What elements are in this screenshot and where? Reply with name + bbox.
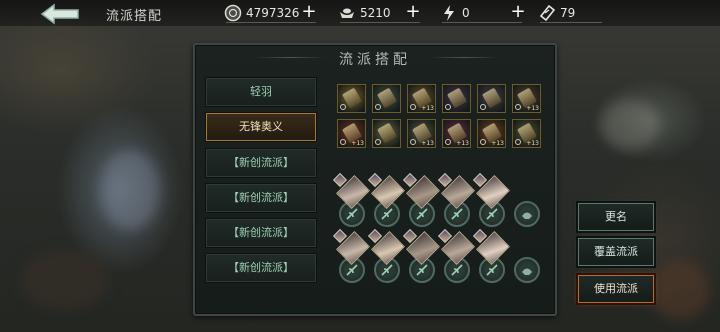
lightning-icon	[444, 5, 454, 21]
equipment-slot[interactable]	[372, 119, 401, 148]
skill-icon	[451, 264, 463, 276]
skill-icon	[486, 264, 498, 276]
gem-icon	[480, 104, 486, 110]
ingot-resource: 5210	[338, 4, 391, 22]
back-arrow-icon	[40, 3, 79, 25]
skill-icon	[416, 208, 428, 220]
equipment-slot[interactable]: +13	[512, 119, 541, 148]
ticket-resource: 79	[538, 4, 575, 22]
pet-icon	[522, 268, 532, 275]
skill-icon	[346, 208, 358, 220]
divider	[442, 22, 522, 23]
skill-icon	[346, 264, 358, 276]
silver-coin-icon	[224, 4, 242, 22]
divider	[226, 22, 316, 23]
silver-coin-resource: 4797326	[224, 4, 299, 22]
equipment-slot[interactable]: +13	[512, 84, 541, 113]
gem-icon	[340, 104, 346, 110]
page-title: 流派搭配	[106, 9, 163, 24]
silver-coin-value: 4797326	[246, 6, 300, 20]
gem-icon	[515, 139, 521, 145]
enhance-level-badge: +13	[421, 140, 434, 147]
equipment-slot[interactable]	[442, 84, 471, 113]
skill-icon	[486, 208, 498, 220]
enhance-level-badge: +13	[526, 105, 539, 112]
gem-icon	[410, 139, 416, 145]
equipment-slot[interactable]: +13	[407, 119, 436, 148]
gem-icon	[410, 104, 416, 110]
divider	[540, 22, 602, 23]
preset-item[interactable]: 轻羽	[205, 77, 317, 107]
preset-item[interactable]: 【新创流派】	[205, 183, 317, 213]
ticket-value: 79	[560, 6, 576, 20]
equipment-slot[interactable]: +13	[477, 119, 506, 148]
gem-icon	[340, 139, 346, 145]
pet-slot[interactable]	[514, 257, 540, 283]
back-button[interactable]	[38, 3, 84, 25]
enhance-level-badge: +13	[491, 140, 504, 147]
gem-icon	[445, 139, 451, 145]
pet-slot[interactable]	[514, 201, 540, 227]
ingot-value: 5210	[360, 6, 391, 20]
equipment-slot[interactable]: +13	[337, 119, 366, 148]
gem-icon	[375, 104, 381, 110]
gem-icon	[375, 139, 381, 145]
equipment-slot[interactable]	[337, 84, 366, 113]
equipment-slot[interactable]	[372, 84, 401, 113]
equipment-slot[interactable]: +13	[407, 84, 436, 113]
preset-item[interactable]: 【新创流派】	[205, 148, 317, 178]
pet-icon	[522, 212, 532, 219]
top-bar: 流派搭配 4797326 + 5210 + 0 + 79	[0, 0, 720, 26]
skill-icon	[451, 208, 463, 220]
overwrite-loadout-button[interactable]: 覆盖流派	[578, 238, 654, 266]
gem-icon	[515, 104, 521, 110]
equipment-slot[interactable]	[477, 84, 506, 113]
skill-icon	[416, 264, 428, 276]
panel-title: 流派搭配	[339, 52, 411, 68]
energy-value: 0	[462, 6, 470, 20]
enhance-level-badge: +13	[456, 140, 469, 147]
preset-item[interactable]: 无锋奥义	[205, 112, 317, 142]
use-loadout-button[interactable]: 使用流派	[578, 275, 654, 303]
ingot-icon	[340, 8, 354, 18]
skill-icon	[381, 264, 393, 276]
enhance-level-badge: +13	[351, 140, 364, 147]
preset-item[interactable]: 【新创流派】	[205, 218, 317, 248]
ticket-icon	[539, 4, 556, 22]
add-ingot-button[interactable]: +	[404, 2, 422, 22]
energy-resource: 0	[440, 4, 470, 22]
enhance-level-badge: +13	[421, 105, 434, 112]
gem-icon	[445, 104, 451, 110]
gem-icon	[480, 139, 486, 145]
add-energy-button[interactable]: +	[509, 2, 527, 22]
enhance-level-badge: +13	[526, 140, 539, 147]
loadout-panel: 流派搭配 轻羽无锋奥义【新创流派】 【新创流派】 【新创流派】 【新创流派】 +13 +…	[193, 43, 557, 316]
rename-button[interactable]: 更名	[578, 203, 654, 231]
equipment-slot[interactable]: +13	[442, 119, 471, 148]
preset-item[interactable]: 【新创流派】	[205, 253, 317, 283]
divider	[340, 22, 420, 23]
add-silver-button[interactable]: +	[300, 2, 318, 22]
skill-icon	[381, 208, 393, 220]
